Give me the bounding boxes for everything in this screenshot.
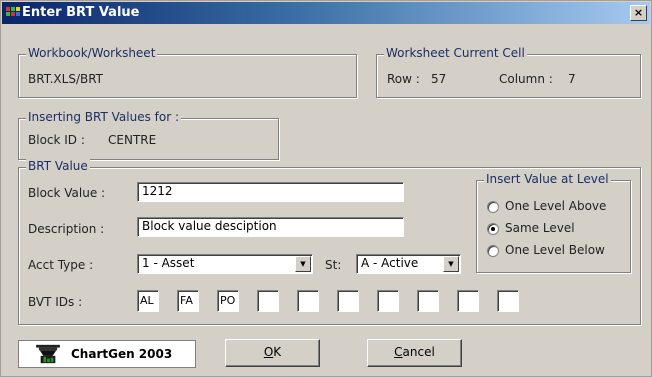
acct-type-label: Acct Type : xyxy=(28,258,94,272)
st-label: St: xyxy=(325,258,342,272)
cancel-button-label: ancel xyxy=(402,345,435,359)
st-dropdown-button[interactable]: ▼ xyxy=(443,256,459,272)
ok-button[interactable]: OK xyxy=(225,339,320,367)
level-legend: Insert Value at Level xyxy=(484,172,611,186)
row-value: 57 xyxy=(431,72,447,86)
st-select[interactable]: A - Active ▼ xyxy=(356,254,461,274)
block-id-value: CENTRE xyxy=(108,133,157,147)
bvt-ids-label: BVT IDs : xyxy=(28,295,83,309)
radio-label: One Level Above xyxy=(505,199,607,213)
app-icon xyxy=(6,7,20,16)
radio-icon xyxy=(487,201,499,213)
ok-button-label: K xyxy=(273,345,282,359)
bvt-id-input-6[interactable] xyxy=(337,290,359,312)
close-icon: × xyxy=(633,6,644,19)
dialog-window: Enter BRT Value × Workbook/Worksheet BRT… xyxy=(0,0,652,377)
inserting-legend: Inserting BRT Values for : xyxy=(26,110,182,124)
block-id-label: Block ID : xyxy=(28,133,85,147)
block-value-input[interactable]: 1212 xyxy=(137,182,404,202)
acct-type-select[interactable]: 1 - Asset ▼ xyxy=(137,254,313,274)
description-label: Description : xyxy=(28,222,105,236)
bvt-id-input-2[interactable]: FA xyxy=(177,290,199,312)
bvt-id-input-3[interactable]: PO xyxy=(217,290,239,312)
radio-label: Same Level xyxy=(505,221,575,235)
column-label: Column : xyxy=(499,72,553,86)
cancel-button[interactable]: Cancel xyxy=(367,339,462,367)
brand-logo: ChartGen 2003 xyxy=(18,340,196,368)
acct-type-value: 1 - Asset xyxy=(142,256,195,270)
radio-label: One Level Below xyxy=(505,243,605,257)
bvt-id-input-1[interactable]: AL xyxy=(137,290,159,312)
bvt-id-input-8[interactable] xyxy=(417,290,439,312)
description-input[interactable]: Block value desciption xyxy=(137,217,404,237)
dialog-title: Enter BRT Value xyxy=(22,5,140,20)
close-button[interactable]: × xyxy=(630,5,647,21)
cancel-button-mnemonic: C xyxy=(394,345,403,359)
chevron-down-icon: ▼ xyxy=(300,260,306,268)
brt-value-legend: BRT Value xyxy=(26,159,90,173)
bvt-id-input-10[interactable] xyxy=(497,290,519,312)
radio-selected-icon xyxy=(487,223,499,235)
title-bar: Enter BRT Value × xyxy=(2,2,650,24)
brand-name: ChartGen 2003 xyxy=(71,347,173,361)
block-value-label: Block Value : xyxy=(28,186,106,200)
chartgen-logo-icon xyxy=(36,344,60,364)
bvt-id-input-7[interactable] xyxy=(377,290,399,312)
chevron-down-icon: ▼ xyxy=(448,260,454,268)
acct-type-dropdown-button[interactable]: ▼ xyxy=(295,256,311,272)
bvt-id-input-4[interactable] xyxy=(257,290,279,312)
row-label: Row : xyxy=(387,72,420,86)
workbook-value: BRT.XLS/BRT xyxy=(28,72,104,86)
ok-button-mnemonic: O xyxy=(263,345,274,359)
workbook-legend: Workbook/Worksheet xyxy=(26,46,158,60)
bvt-id-input-9[interactable] xyxy=(457,290,479,312)
column-value: 7 xyxy=(568,72,576,86)
current-cell-legend: Worksheet Current Cell xyxy=(384,46,527,60)
radio-icon xyxy=(487,245,499,257)
st-value: A - Active xyxy=(361,256,419,270)
bvt-id-input-5[interactable] xyxy=(297,290,319,312)
